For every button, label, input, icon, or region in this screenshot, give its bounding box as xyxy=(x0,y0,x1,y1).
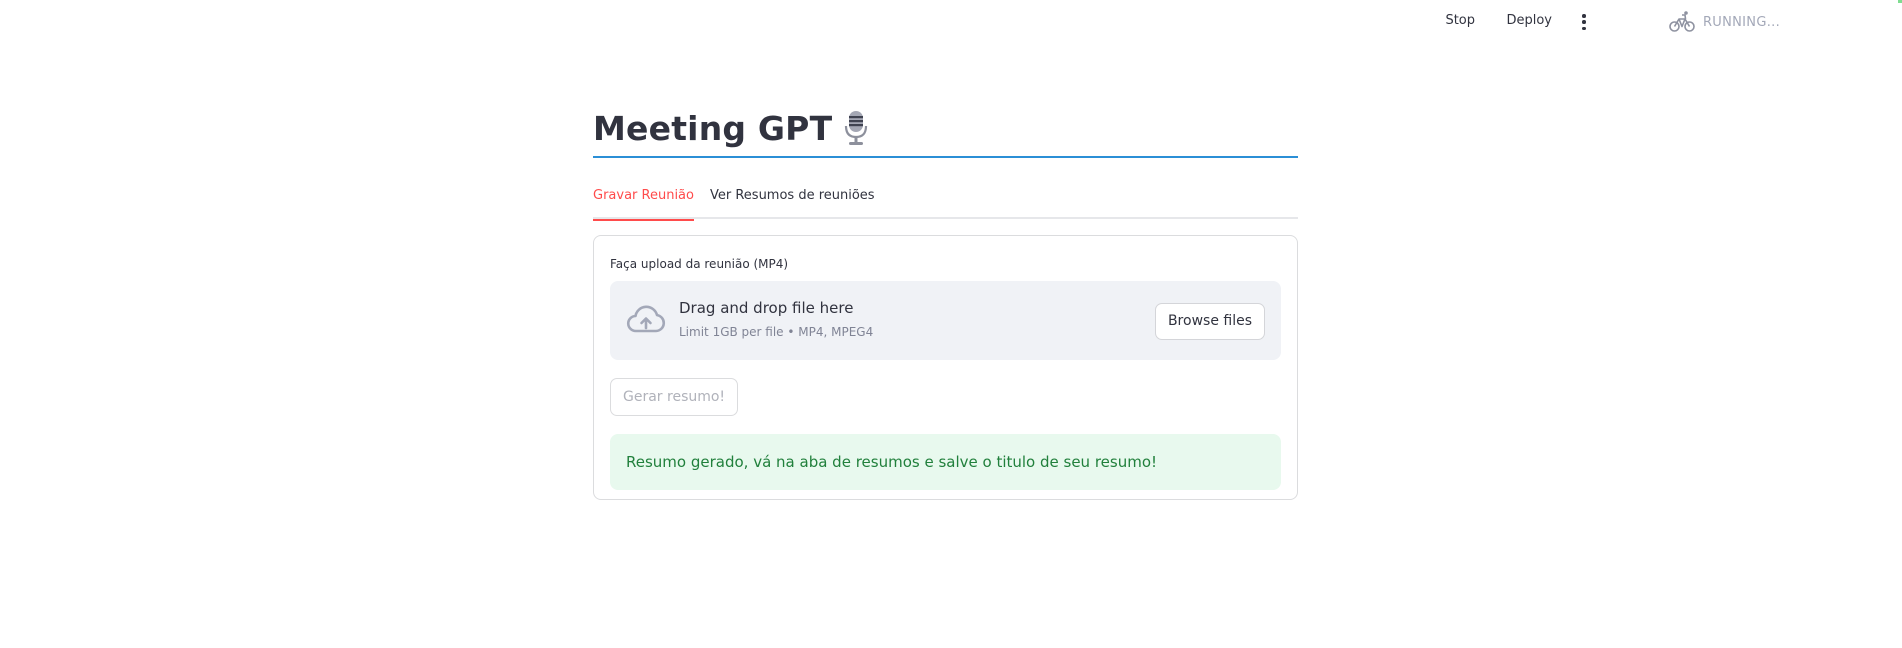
dropzone-limit: Limit 1GB per file • MP4, MPEG4 xyxy=(679,325,874,339)
app-header: RUNNING... Stop Deploy xyxy=(0,0,1902,44)
running-status-text: RUNNING... xyxy=(1702,14,1780,30)
vertical-dots-menu-icon[interactable] xyxy=(1579,12,1589,32)
deploy-button[interactable]: Deploy xyxy=(1506,13,1552,28)
upload-panel: Faça upload da reunião (MP4) Drag and dr… xyxy=(593,235,1298,500)
title-row: Meeting GPT xyxy=(593,102,1298,158)
tab-ver-resumos[interactable]: Ver Resumos de reuniões xyxy=(710,182,875,219)
tab-gravar-reuniao[interactable]: Gravar Reunião xyxy=(593,182,694,221)
main-content: Meeting GPT Gravar Reunião Ver Resumos d… xyxy=(593,102,1298,500)
upload-label: Faça upload da reunião (MP4) xyxy=(610,257,789,271)
dropzone-instructions: Drag and drop file here xyxy=(679,299,854,317)
success-alert: Resumo gerado, vá na aba de resumos e sa… xyxy=(610,434,1281,490)
tab-bar: Gravar Reunião Ver Resumos de reuniões xyxy=(593,182,1298,221)
file-dropzone[interactable]: Drag and drop file here Limit 1GB per fi… xyxy=(610,281,1281,360)
cloud-upload-icon xyxy=(626,305,666,333)
generate-summary-button[interactable]: Gerar resumo! xyxy=(610,378,739,416)
stop-button[interactable]: Stop xyxy=(1445,13,1475,28)
running-status: RUNNING... xyxy=(1669,10,1780,34)
bicycle-icon xyxy=(1669,11,1695,32)
page-title: Meeting GPT xyxy=(593,108,833,148)
browse-files-button[interactable]: Browse files xyxy=(1154,303,1265,340)
microphone-icon xyxy=(845,111,868,145)
corner-indicator xyxy=(1898,0,1902,3)
